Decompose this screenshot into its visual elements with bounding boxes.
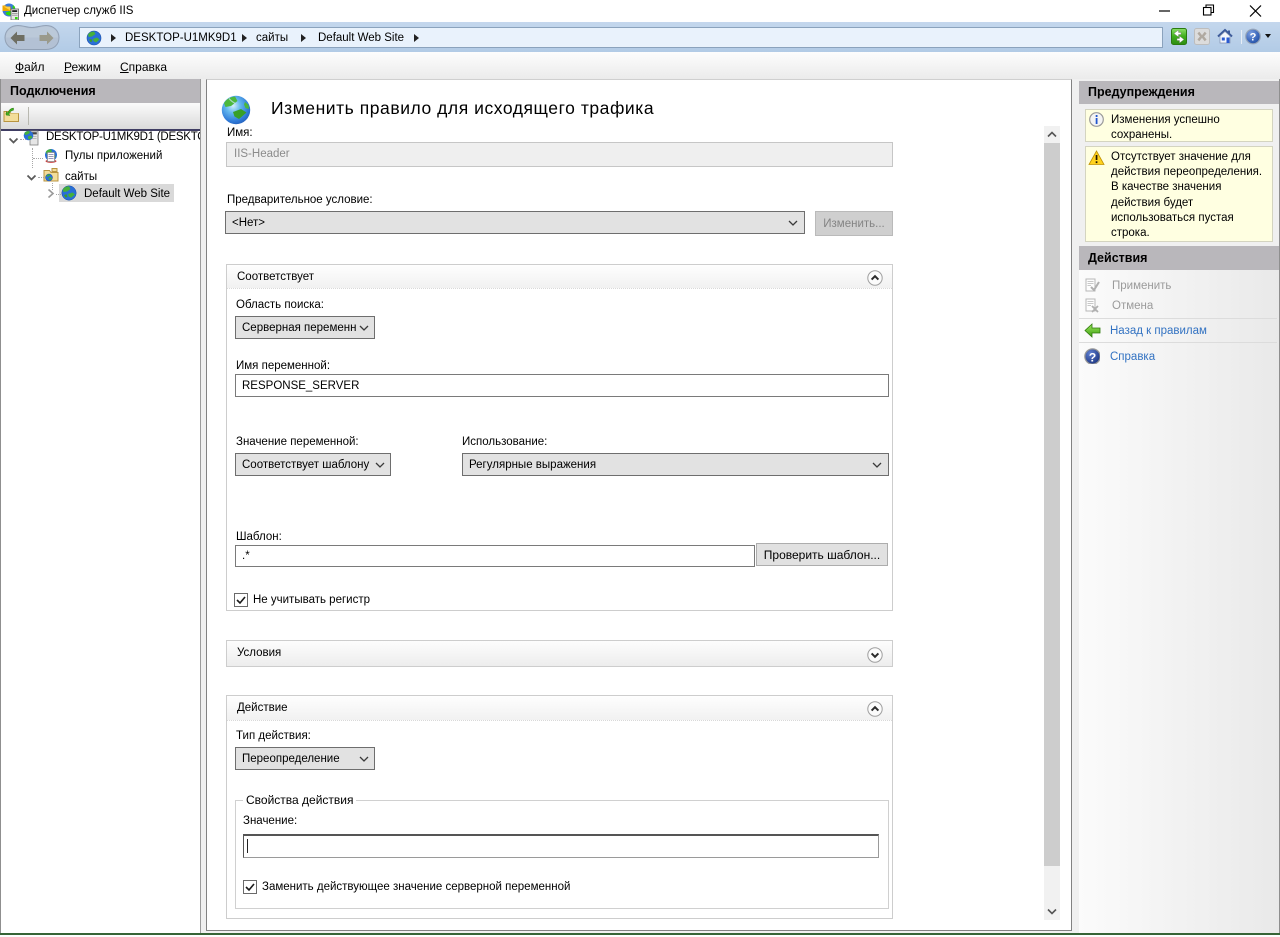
svg-text:?: ? bbox=[1250, 32, 1257, 44]
svg-text:?: ? bbox=[1089, 350, 1096, 364]
